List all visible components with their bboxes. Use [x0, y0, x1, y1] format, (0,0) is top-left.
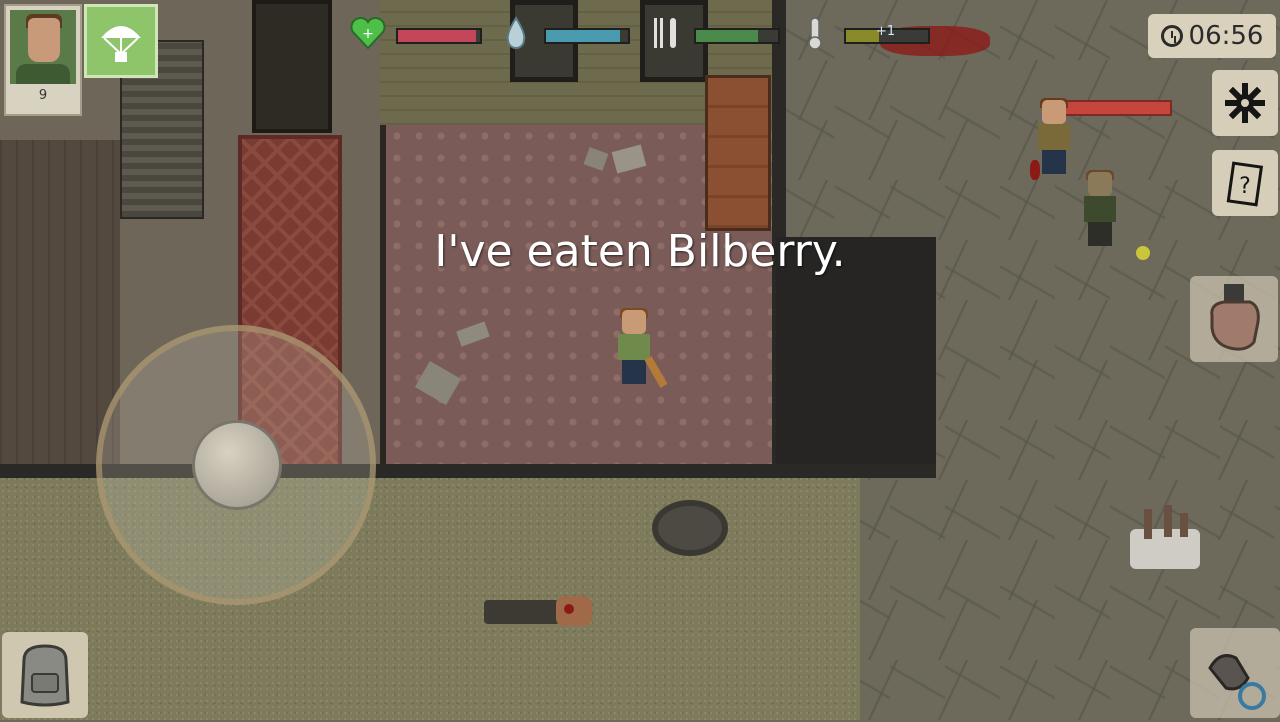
doorway[interactable] [252, 0, 332, 133]
backpack-icon [20, 644, 70, 707]
water-drop-icon [504, 16, 536, 50]
attack-icon [1208, 654, 1266, 710]
backpack-button[interactable] [2, 632, 88, 718]
corpse[interactable] [484, 594, 596, 628]
settings-button[interactable] [1212, 70, 1278, 136]
temperature-change: +1 [876, 24, 896, 39]
parachute-icon [101, 26, 141, 62]
fork-knife-icon [650, 16, 682, 50]
game-clock: 06:56 [1148, 14, 1276, 58]
heart-icon: + [350, 16, 386, 50]
avatar [10, 10, 76, 84]
player-portrait[interactable]: 9 [4, 4, 82, 116]
gear-icon [1225, 83, 1265, 123]
airdrop-button[interactable] [84, 4, 158, 78]
clock-time: 06:56 [1188, 21, 1264, 51]
svg-text:?: ? [1239, 174, 1251, 199]
attack-button[interactable] [1190, 628, 1280, 718]
clock-icon [1160, 25, 1183, 47]
tree-stump[interactable] [1120, 505, 1204, 571]
player-character [614, 308, 668, 388]
hunger-bar [694, 28, 780, 44]
fist-button[interactable] [1190, 276, 1278, 362]
zombie[interactable] [1034, 98, 1074, 176]
thirst-bar [544, 28, 630, 44]
tire[interactable] [652, 500, 728, 556]
journal-icon: ? [1226, 161, 1264, 207]
journal-button[interactable]: ? [1212, 150, 1278, 216]
notification-message: I've eaten Bilberry. [434, 226, 846, 277]
thermometer-icon [804, 16, 836, 50]
player-level: 9 [38, 88, 48, 103]
wardrobe[interactable] [705, 75, 771, 231]
joystick-knob[interactable] [192, 420, 282, 510]
fist-icon [1210, 284, 1260, 351]
health-bar [396, 28, 482, 44]
svg-text:+: + [362, 26, 374, 42]
